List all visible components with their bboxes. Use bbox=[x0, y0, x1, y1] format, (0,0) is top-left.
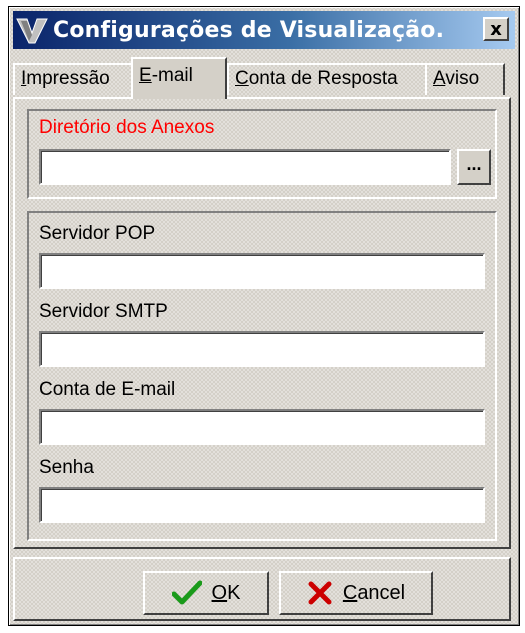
server-group: Servidor POP Servidor SMTP Conta de E-ma… bbox=[27, 211, 497, 541]
password-input[interactable] bbox=[39, 487, 485, 523]
email-account-input[interactable] bbox=[39, 409, 485, 445]
v-logo-icon bbox=[15, 13, 49, 47]
tab-aviso[interactable]: Aviso bbox=[425, 63, 505, 95]
cancel-rest: ancel bbox=[357, 582, 405, 604]
close-icon: x bbox=[490, 19, 502, 40]
email-account-label: Conta de E-mail bbox=[39, 379, 175, 401]
cancel-label: Cancel bbox=[343, 582, 405, 605]
tab-email-label: -mail bbox=[152, 65, 193, 86]
tab-impressao-label: mpressão bbox=[26, 68, 109, 89]
window-title: Configurações de Visualização. bbox=[53, 18, 444, 43]
pop-server-label: Servidor POP bbox=[39, 223, 155, 245]
tab-aviso-mnemonic: A bbox=[433, 68, 445, 89]
tab-email-mnemonic: E bbox=[139, 65, 152, 86]
ok-label: OK bbox=[212, 582, 241, 605]
checkmark-icon bbox=[172, 580, 202, 606]
tab-conta-mnemonic: C bbox=[235, 68, 249, 89]
close-button[interactable]: x bbox=[483, 17, 509, 41]
smtp-server-input[interactable] bbox=[39, 331, 485, 367]
dialog-window: Configurações de Visualização. x Impress… bbox=[8, 6, 520, 626]
ok-mnemonic: O bbox=[212, 582, 228, 604]
cancel-mnemonic: C bbox=[343, 582, 357, 604]
button-bar: OK Cancel bbox=[13, 557, 511, 621]
red-x-icon bbox=[307, 580, 333, 606]
attachments-label: Diretório dos Anexos bbox=[39, 117, 214, 139]
pop-server-input[interactable] bbox=[39, 253, 485, 289]
cancel-button[interactable]: Cancel bbox=[279, 571, 433, 615]
smtp-server-label: Servidor SMTP bbox=[39, 301, 168, 323]
attachments-directory-input[interactable] bbox=[39, 149, 451, 185]
tab-conta-label: onta de Resposta bbox=[249, 68, 398, 89]
browse-button[interactable]: ... bbox=[457, 149, 491, 185]
attachments-group: Diretório dos Anexos ... bbox=[27, 109, 497, 199]
email-tab-panel: Diretório dos Anexos ... Servidor POP Se… bbox=[13, 97, 511, 549]
tab-aviso-label: viso bbox=[445, 68, 479, 89]
tab-impressao[interactable]: Impressão bbox=[13, 63, 133, 95]
title-bar[interactable]: Configurações de Visualização. x bbox=[13, 11, 515, 49]
tab-email[interactable]: E-mail bbox=[131, 57, 227, 99]
ok-rest: K bbox=[227, 582, 240, 604]
tab-conta-de-resposta[interactable]: Conta de Resposta bbox=[227, 63, 427, 95]
ok-button[interactable]: OK bbox=[143, 571, 269, 615]
tab-strip: Impressão E-mail Conta de Resposta Aviso bbox=[13, 57, 509, 97]
password-label: Senha bbox=[39, 457, 94, 479]
